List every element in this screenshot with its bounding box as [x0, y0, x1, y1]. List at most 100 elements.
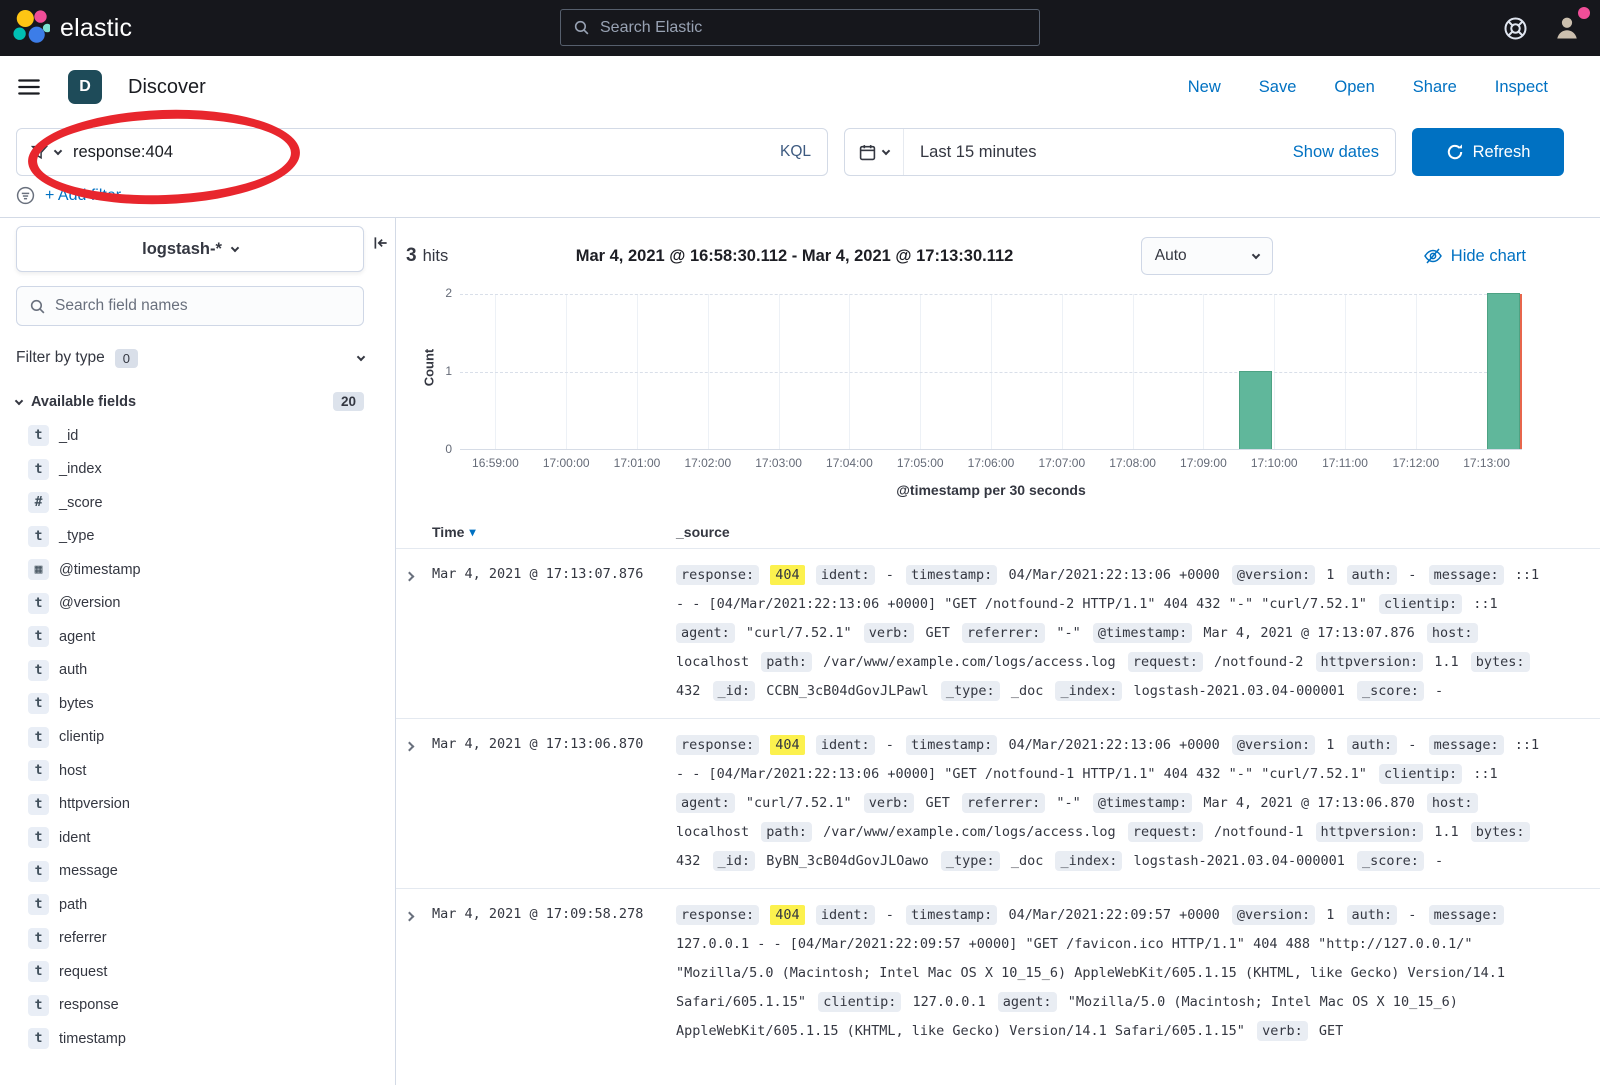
- doc-source: response: 404 ident: - timestamp: 04/Mar…: [676, 731, 1544, 876]
- brand-name: elastic: [60, 14, 132, 43]
- x-tick-label: 17:11:00: [1322, 456, 1368, 470]
- query-input[interactable]: KQL: [16, 128, 828, 176]
- discover-content: logstash-* Filter by type 0 Available fi…: [0, 218, 1600, 1085]
- field-name-label: agent: [59, 629, 95, 645]
- field-value: 1.1: [1434, 654, 1458, 670]
- expand-row-button[interactable]: [406, 561, 432, 706]
- field-item-bytes[interactable]: tbytes: [16, 687, 379, 721]
- field-item-_id[interactable]: t_id: [16, 419, 379, 453]
- field-name-badge: _score:: [1357, 681, 1424, 701]
- inspect-button[interactable]: Inspect: [1495, 78, 1548, 97]
- chart-time-range: Mar 4, 2021 @ 16:58:30.112 - Mar 4, 2021…: [448, 247, 1141, 266]
- refresh-label: Refresh: [1473, 143, 1531, 162]
- hits-label: hits: [423, 247, 449, 266]
- field-name-badge: message:: [1429, 565, 1504, 585]
- field-item-message[interactable]: tmessage: [16, 855, 379, 889]
- space-badge[interactable]: D: [68, 70, 102, 104]
- filter-circle-icon[interactable]: [16, 186, 35, 205]
- saved-query-menu-button[interactable]: [17, 144, 73, 161]
- collapse-sidebar-icon[interactable]: [372, 234, 390, 252]
- field-item-request[interactable]: trequest: [16, 955, 379, 989]
- calendar-menu-button[interactable]: [845, 129, 904, 175]
- highlighted-term: 404: [770, 565, 804, 585]
- interval-select[interactable]: Auto: [1141, 237, 1273, 275]
- filter-by-type[interactable]: Filter by type 0: [16, 338, 364, 378]
- field-item-_score[interactable]: #_score: [16, 486, 379, 520]
- string-field-icon: t: [28, 526, 49, 547]
- field-item-host[interactable]: thost: [16, 754, 379, 788]
- field-value: /var/www/example.com/logs/access.log: [823, 654, 1116, 670]
- global-search[interactable]: [560, 9, 1040, 46]
- field-name-badge: @version:: [1232, 565, 1315, 585]
- expand-row-button[interactable]: [406, 731, 432, 876]
- expand-row-button[interactable]: [406, 901, 432, 1046]
- field-item-_type[interactable]: t_type: [16, 520, 379, 554]
- doc-time: Mar 4, 2021 @ 17:13:06.870: [432, 731, 676, 876]
- field-search-input[interactable]: [55, 297, 351, 315]
- field-name-badge: path:: [761, 652, 812, 672]
- filter-by-type-label: Filter by type: [16, 349, 105, 367]
- field-name-label: path: [59, 897, 87, 913]
- query-text-input[interactable]: [73, 143, 764, 162]
- field-name-label: _index: [59, 461, 102, 477]
- add-filter-button[interactable]: + Add filter: [45, 187, 121, 205]
- open-button[interactable]: Open: [1334, 78, 1374, 97]
- field-value: 127.0.0.1: [912, 994, 985, 1010]
- new-button[interactable]: New: [1188, 78, 1221, 97]
- field-item-timestamp[interactable]: ttimestamp: [16, 1022, 379, 1056]
- field-name-badge: response:: [676, 565, 759, 585]
- hits-bar: 3 hits Mar 4, 2021 @ 16:58:30.112 - Mar …: [396, 234, 1600, 278]
- field-value: -: [1408, 567, 1416, 583]
- x-tick-label: 17:13:00: [1463, 456, 1510, 470]
- field-name-badge: path:: [761, 822, 812, 842]
- field-name-badge: message:: [1429, 905, 1504, 925]
- field-name-badge: clientip:: [1379, 594, 1462, 614]
- save-button[interactable]: Save: [1259, 78, 1297, 97]
- field-value: "-": [1056, 625, 1080, 641]
- field-item-path[interactable]: tpath: [16, 888, 379, 922]
- available-fields-header[interactable]: Available fields 20: [16, 392, 364, 411]
- field-item-httpversion[interactable]: t httpversion: [16, 788, 379, 822]
- available-fields-count: 20: [333, 392, 364, 411]
- elastic-home-link[interactable]: elastic: [12, 9, 132, 47]
- field-item-_index[interactable]: t_index: [16, 453, 379, 487]
- hits-count: 3: [406, 245, 417, 267]
- field-item-@version[interactable]: t@version: [16, 587, 379, 621]
- chevron-down-icon: [882, 147, 890, 155]
- show-dates-button[interactable]: Show dates: [1293, 143, 1395, 162]
- field-item-ident[interactable]: tident: [16, 821, 379, 855]
- index-pattern-selector[interactable]: logstash-*: [16, 226, 364, 272]
- time-range-button[interactable]: Last 15 minutes: [904, 143, 1036, 162]
- time-column-header[interactable]: Time ▾: [432, 524, 676, 540]
- kql-toggle[interactable]: KQL: [764, 143, 827, 161]
- refresh-button[interactable]: Refresh: [1412, 128, 1564, 176]
- field-item-agent[interactable]: tagent: [16, 620, 379, 654]
- field-item-referrer[interactable]: treferrer: [16, 922, 379, 956]
- global-search-input[interactable]: [600, 19, 1027, 37]
- string-field-icon: t: [28, 794, 49, 815]
- field-name-label: httpversion: [59, 796, 130, 812]
- field-item-@timestamp[interactable]: ▦@timestamp: [16, 553, 379, 587]
- string-field-icon: t: [28, 995, 49, 1016]
- field-value: localhost: [676, 654, 749, 670]
- x-axis: 16:59:0017:00:0017:01:0017:02:0017:03:00…: [460, 450, 1522, 472]
- field-item-auth[interactable]: tauth: [16, 654, 379, 688]
- field-name-label: host: [59, 763, 86, 779]
- field-value: Mar 4, 2021 @ 17:13:07.876: [1203, 625, 1414, 641]
- elastic-logo-icon: [12, 9, 50, 47]
- x-tick-label: 16:59:00: [472, 456, 519, 470]
- field-value: GET: [926, 625, 950, 641]
- field-search[interactable]: [16, 286, 364, 326]
- field-item-clientip[interactable]: tclientip: [16, 721, 379, 755]
- help-icon[interactable]: [1503, 16, 1528, 41]
- field-item-response[interactable]: tresponse: [16, 989, 379, 1023]
- histogram-chart: Count 012 16:59:0017:00:0017:01:0017:02:…: [460, 294, 1522, 498]
- user-avatar[interactable]: [1552, 13, 1582, 43]
- field-value: 432: [676, 683, 700, 699]
- share-button[interactable]: Share: [1413, 78, 1457, 97]
- app-bar: D Discover New Save Open Share Inspect: [0, 56, 1600, 118]
- field-value: CCBN_3cB04dGovJLPawl: [766, 683, 929, 699]
- field-name-badge: _id:: [713, 681, 756, 701]
- hide-chart-button[interactable]: Hide chart: [1423, 246, 1526, 266]
- menu-icon[interactable]: [16, 74, 42, 100]
